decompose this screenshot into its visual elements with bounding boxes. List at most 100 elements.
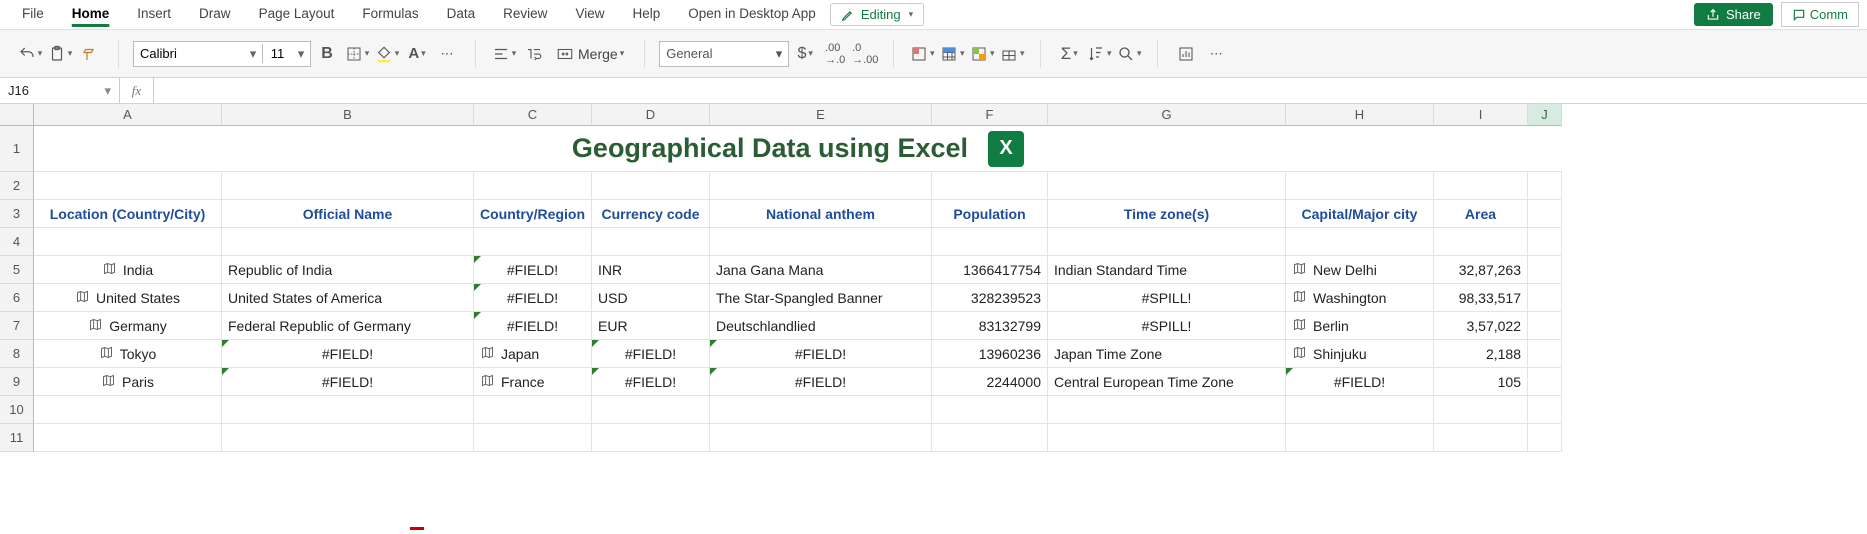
cell[interactable]: [710, 172, 932, 200]
cell-official[interactable]: #FIELD!: [222, 368, 474, 396]
wrap-text-button[interactable]: [520, 40, 548, 68]
cell-population[interactable]: 2244000: [932, 368, 1048, 396]
cell[interactable]: [1286, 396, 1434, 424]
row-header[interactable]: 5: [0, 256, 34, 284]
cell[interactable]: [1528, 312, 1562, 340]
col-header[interactable]: C: [474, 104, 592, 126]
cell[interactable]: [710, 396, 932, 424]
col-header[interactable]: H: [1286, 104, 1434, 126]
cell[interactable]: [474, 396, 592, 424]
col-header[interactable]: F: [932, 104, 1048, 126]
cell-region[interactable]: #FIELD!: [474, 312, 592, 340]
row-header[interactable]: 3: [0, 200, 34, 228]
cell-anthem[interactable]: Jana Gana Mana: [710, 256, 932, 284]
tab-review[interactable]: Review: [489, 2, 561, 27]
cell[interactable]: [1528, 256, 1562, 284]
tab-open-desktop[interactable]: Open in Desktop App: [674, 2, 830, 27]
cell[interactable]: [1286, 172, 1434, 200]
row-header[interactable]: 1: [0, 126, 34, 172]
cell[interactable]: [34, 424, 222, 452]
cell-anthem[interactable]: Deutschlandlied: [710, 312, 932, 340]
autosum-button[interactable]: Σ▾: [1055, 40, 1083, 68]
cell-capital[interactable]: Shinjuku: [1286, 340, 1434, 368]
formula-input[interactable]: [154, 78, 1867, 103]
cell[interactable]: [592, 228, 710, 256]
cell-area[interactable]: 98,33,517: [1434, 284, 1528, 312]
cell-population[interactable]: 13960236: [932, 340, 1048, 368]
cell[interactable]: [710, 424, 932, 452]
cell[interactable]: [1434, 172, 1528, 200]
more-commands-button[interactable]: ⋯: [1202, 40, 1230, 68]
cell-capital[interactable]: New Delhi: [1286, 256, 1434, 284]
table-header[interactable]: Time zone(s): [1048, 200, 1286, 228]
table-header[interactable]: National anthem: [710, 200, 932, 228]
cell[interactable]: [1048, 228, 1286, 256]
col-header[interactable]: B: [222, 104, 474, 126]
table-header[interactable]: Currency code: [592, 200, 710, 228]
cell[interactable]: [34, 396, 222, 424]
cell-region[interactable]: Japan: [474, 340, 592, 368]
decrease-decimal-button[interactable]: .00→.0: [821, 40, 849, 68]
cell-area[interactable]: 3,57,022: [1434, 312, 1528, 340]
row-header[interactable]: 9: [0, 368, 34, 396]
cell-capital[interactable]: #FIELD!: [1286, 368, 1434, 396]
cell-location[interactable]: Tokyo: [34, 340, 222, 368]
name-box[interactable]: J16 ▾: [0, 78, 120, 103]
table-header[interactable]: Country/Region: [474, 200, 592, 228]
cell-timezone[interactable]: #SPILL!: [1048, 284, 1286, 312]
font-size-input[interactable]: [262, 44, 292, 63]
editing-mode-button[interactable]: Editing ▾: [830, 3, 924, 26]
cell-currency[interactable]: #FIELD!: [592, 340, 710, 368]
cell[interactable]: [592, 424, 710, 452]
tab-file[interactable]: File: [8, 2, 58, 27]
undo-button[interactable]: ▾: [16, 40, 44, 68]
col-header[interactable]: E: [710, 104, 932, 126]
cell[interactable]: [1528, 396, 1562, 424]
cell[interactable]: [222, 172, 474, 200]
cell-capital[interactable]: Washington: [1286, 284, 1434, 312]
cell-population[interactable]: 328239523: [932, 284, 1048, 312]
table-header[interactable]: Location (Country/City): [34, 200, 222, 228]
number-format-select[interactable]: General ▾: [659, 41, 789, 67]
cell-location[interactable]: United States: [34, 284, 222, 312]
cell[interactable]: [222, 396, 474, 424]
cell-timezone[interactable]: #SPILL!: [1048, 312, 1286, 340]
cell[interactable]: [1434, 396, 1528, 424]
col-header[interactable]: A: [34, 104, 222, 126]
cell-area[interactable]: 32,87,263: [1434, 256, 1528, 284]
title-cell[interactable]: Geographical Data using ExcelX: [34, 126, 1562, 172]
tab-data[interactable]: Data: [433, 2, 490, 27]
cell-styles-button[interactable]: ▾: [968, 40, 996, 68]
more-font-button[interactable]: ⋯: [433, 40, 461, 68]
analyze-data-button[interactable]: [1172, 40, 1200, 68]
cell-location[interactable]: Germany: [34, 312, 222, 340]
tab-view[interactable]: View: [561, 2, 618, 27]
cell[interactable]: [710, 228, 932, 256]
cell[interactable]: [1434, 424, 1528, 452]
cell-currency[interactable]: USD: [592, 284, 710, 312]
table-header[interactable]: Official Name: [222, 200, 474, 228]
cell-population[interactable]: 1366417754: [932, 256, 1048, 284]
font-name-input[interactable]: [134, 44, 244, 63]
row-header[interactable]: 6: [0, 284, 34, 312]
fill-color-button[interactable]: ▾: [373, 40, 401, 68]
bold-button[interactable]: B: [313, 40, 341, 68]
tab-formulas[interactable]: Formulas: [348, 2, 432, 27]
row-header[interactable]: 11: [0, 424, 34, 452]
conditional-format-button[interactable]: ▾: [908, 40, 936, 68]
cell[interactable]: [1434, 228, 1528, 256]
cell-area[interactable]: 105: [1434, 368, 1528, 396]
currency-button[interactable]: $▾: [791, 40, 819, 68]
cell-timezone[interactable]: Japan Time Zone: [1048, 340, 1286, 368]
cell[interactable]: [932, 228, 1048, 256]
cell[interactable]: [1286, 228, 1434, 256]
col-header[interactable]: I: [1434, 104, 1528, 126]
format-painter-button[interactable]: [76, 40, 104, 68]
table-header[interactable]: Population: [932, 200, 1048, 228]
cell[interactable]: [1528, 284, 1562, 312]
tab-insert[interactable]: Insert: [123, 2, 185, 27]
cell[interactable]: [222, 424, 474, 452]
tab-draw[interactable]: Draw: [185, 2, 245, 27]
cell-area[interactable]: 2,188: [1434, 340, 1528, 368]
cell-anthem[interactable]: #FIELD!: [710, 340, 932, 368]
